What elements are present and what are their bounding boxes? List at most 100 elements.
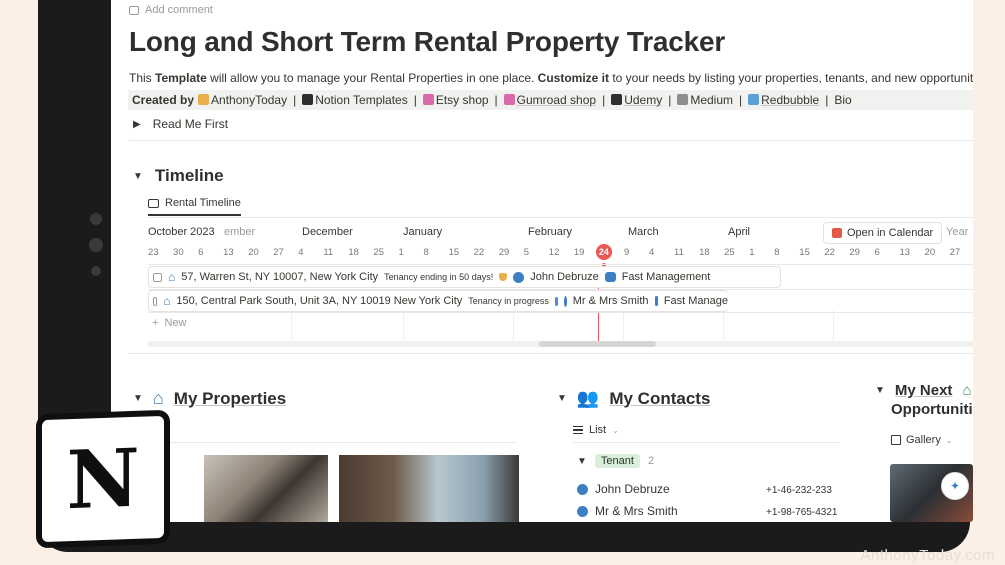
grid-line <box>403 310 404 341</box>
today-marker: 24 <box>595 244 612 260</box>
manager-name[interactable]: Fast Manage <box>664 295 728 307</box>
day-tick: 11 <box>323 247 334 258</box>
grid-line <box>291 310 292 341</box>
my-properties-heading[interactable]: ▼ ⌂ My Properties <box>133 388 286 409</box>
toggle-right-icon: ▶ <box>133 118 141 130</box>
day-tick: 27 <box>273 247 284 258</box>
day-tick: 25 <box>373 247 385 258</box>
watermark: AnthonyToday.com <box>860 547 995 564</box>
timeline-row-line <box>148 312 973 313</box>
credits-bar: Created by AnthonyToday | Notion Templat… <box>128 90 973 110</box>
list-item[interactable]: Mr & Mrs Smith <box>577 504 678 518</box>
day-tick: 5 <box>523 247 530 258</box>
link-gumroad-shop[interactable]: Gumroad shop <box>503 93 596 107</box>
property-photo[interactable] <box>204 455 328 522</box>
sensor-dot <box>91 266 101 276</box>
day-tick: 8 <box>423 247 429 258</box>
camera-dot <box>90 213 102 225</box>
link-notion-templates[interactable]: Notion Templates <box>302 93 408 107</box>
house-icon: ⌂ <box>168 270 176 284</box>
divider <box>573 442 839 443</box>
add-comment-button[interactable]: Add comment <box>129 4 213 16</box>
robot-icon <box>654 296 658 306</box>
scrollbar-thumb[interactable] <box>539 341 656 347</box>
tenant-name[interactable]: John Debruze <box>530 271 599 283</box>
timeline-view-icon <box>148 198 159 208</box>
link-redbubble[interactable]: Redbubble <box>748 93 819 107</box>
notion-page: Add comment Long and Short Term Rental P… <box>111 0 973 522</box>
grid-line <box>623 310 624 341</box>
tab-rental-timeline[interactable]: Rental Timeline <box>148 197 241 216</box>
contact-phone: +1-98-765-4321 <box>766 507 838 518</box>
day-tick: 20 <box>248 247 259 258</box>
month-label: February <box>528 226 573 238</box>
day-tick: 22 <box>473 247 485 258</box>
person-icon <box>577 483 588 495</box>
shopping-bags-icon <box>503 94 515 105</box>
list-icon <box>573 426 583 434</box>
house-icon: ⌂ <box>962 382 972 399</box>
drag-handle-icon[interactable] <box>153 272 162 282</box>
property-address: 150, Central Park South, Unit 3A, NY 100… <box>176 295 463 307</box>
view-switcher-list[interactable]: List ⌄ <box>573 424 619 436</box>
property-photo[interactable] <box>339 455 519 522</box>
author-emoji-icon <box>198 94 210 105</box>
day-tick: 13 <box>899 247 911 258</box>
my-contacts-heading[interactable]: ▼ 👥 My Contacts <box>557 388 710 409</box>
open-in-calendar-button[interactable]: Open in Calendar <box>823 222 943 244</box>
ai-assistant-button[interactable]: ✦ <box>941 472 969 500</box>
month-label: April <box>728 226 751 238</box>
day-tick: 12 <box>548 247 560 258</box>
link-etsy-shop[interactable]: Etsy shop <box>422 93 489 107</box>
newspaper-icon <box>677 94 689 105</box>
day-tick: 19 <box>573 247 585 258</box>
tab-underline <box>148 217 973 218</box>
day-tick: 1 <box>398 247 404 258</box>
bell-icon <box>499 273 508 281</box>
tenant-tag: Tenant <box>594 454 640 468</box>
divider <box>129 353 973 354</box>
day-tick: 6 <box>874 247 880 258</box>
timeline-row[interactable]: ⌂ 150, Central Park South, Unit 3A, NY 1… <box>148 290 728 312</box>
house-icon: ⌂ <box>163 294 171 308</box>
day-tick: 20 <box>924 247 936 258</box>
day-tick: 23 <box>148 247 159 258</box>
sparkle-icon: ✦ <box>949 479 961 493</box>
day-tick: 15 <box>448 247 460 258</box>
toggle-down-icon: ▼ <box>133 393 143 404</box>
my-next-opportunities-heading[interactable]: ▼ My Next ⌂ Opportuniti <box>875 382 973 418</box>
view-switcher-gallery[interactable]: Gallery ⌄ <box>891 434 953 446</box>
day-tick: 9 <box>623 247 630 258</box>
read-me-toggle[interactable]: ▶ Read Me First <box>133 117 228 131</box>
link-medium[interactable]: Medium <box>677 93 733 107</box>
houses-icon: ⌂ <box>152 388 164 408</box>
chevron-down-icon: ⌄ <box>945 435 953 445</box>
person-icon <box>577 505 588 517</box>
timeline-heading[interactable]: ▼ Timeline <box>133 166 224 186</box>
shopping-bags-icon <box>422 94 434 105</box>
list-item[interactable]: John Debruze <box>577 482 670 496</box>
link-udemy[interactable]: Udemy <box>611 93 662 107</box>
gallery-icon <box>891 435 901 445</box>
zoom-select[interactable]: Year <box>946 226 968 238</box>
author-link[interactable]: AnthonyToday <box>198 93 287 107</box>
grid-line <box>833 310 834 341</box>
tenant-name[interactable]: Mr & Mrs Smith <box>573 295 649 307</box>
notion-logo-letter: N <box>66 430 140 528</box>
page-title: Long and Short Term Rental Property Trac… <box>129 26 726 57</box>
drag-handle-icon[interactable] <box>153 296 158 306</box>
camera-lens <box>89 238 103 252</box>
day-tick: 6 <box>198 247 204 258</box>
day-tick: 29 <box>849 247 860 258</box>
tablet-frame: Add comment Long and Short Term Rental P… <box>38 0 973 552</box>
manager-name[interactable]: Fast Management <box>622 271 711 283</box>
new-item-button[interactable]: + New <box>152 317 186 329</box>
page-description: This Template will allow you to manage y… <box>129 71 973 85</box>
link-bio[interactable]: Bio <box>834 93 851 107</box>
group-tenant[interactable]: ▼ Tenant 2 <box>577 454 654 468</box>
play-icon <box>554 296 558 306</box>
status-badge: Tenancy ending in 50 days! <box>384 272 494 282</box>
day-tick: 13 <box>223 247 234 258</box>
timeline-row[interactable]: ⌂ 57, Warren St, NY 10007, New York City… <box>148 266 781 288</box>
timeline-row-line <box>148 264 973 265</box>
